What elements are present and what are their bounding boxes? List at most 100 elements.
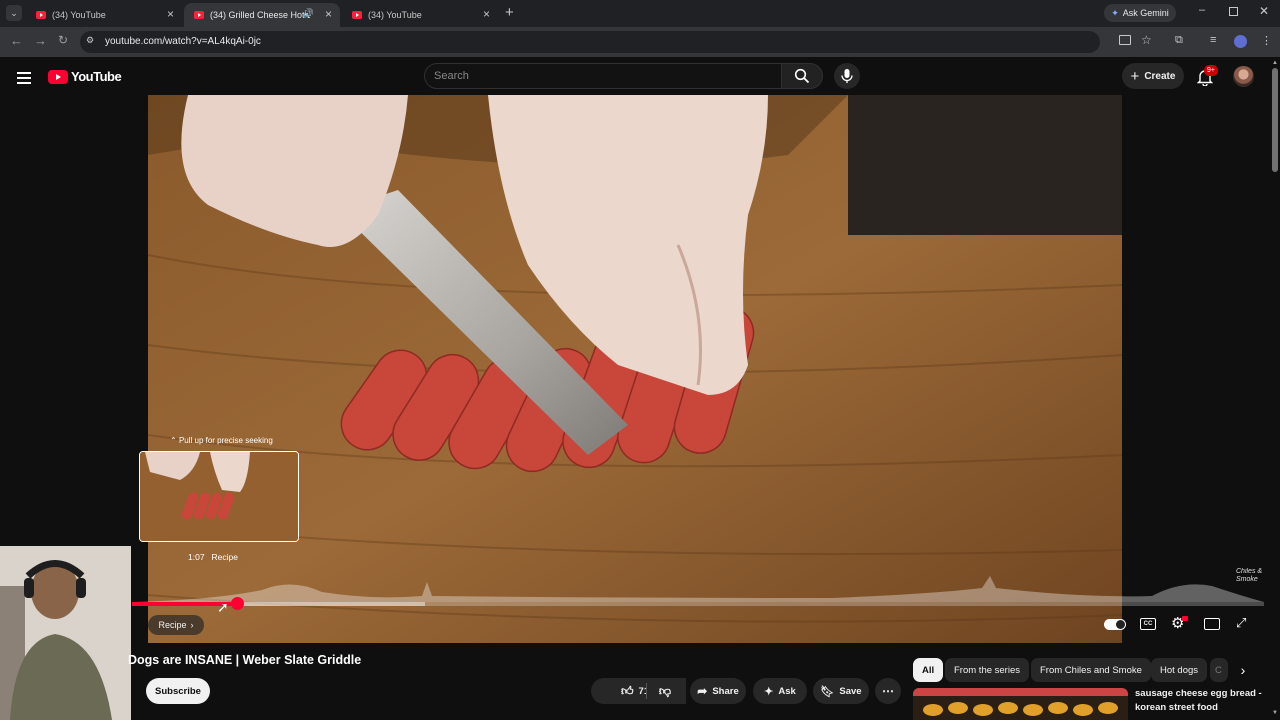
chip-from-chiles-and-smoke[interactable]: From Chiles and Smoke <box>1031 658 1151 682</box>
ask-label: Ask <box>778 685 796 697</box>
tab-title: (34) Grilled Cheese Hot Do <box>210 10 310 20</box>
seek-hint: ⌃ Pull up for precise seeking <box>170 436 273 445</box>
subscribe-button[interactable]: Subscribe <box>146 678 210 704</box>
mouse-cursor-icon: ➚ <box>217 599 229 615</box>
tab-search-icon[interactable]: ⌄ <box>6 5 22 21</box>
seek-preview-label: 1:07 Recipe <box>188 552 238 562</box>
chip-from-the-series[interactable]: From the series <box>945 658 1029 682</box>
microphone-icon <box>841 69 853 83</box>
share-button[interactable]: ➦ Share <box>690 678 746 704</box>
site-info-icon[interactable]: ⚙ <box>86 35 94 46</box>
chip-label: All <box>922 664 935 676</box>
minimize-icon[interactable]: – <box>1199 4 1205 16</box>
youtube-favicon-icon <box>352 11 362 19</box>
browser-tab-2[interactable]: (34) Grilled Cheese Hot Do 🔊 × <box>184 3 340 27</box>
search-input[interactable]: Search <box>424 63 782 89</box>
youtube-favicon-icon <box>194 11 204 19</box>
close-tab-icon[interactable]: × <box>483 7 490 21</box>
thumbs-down-icon: 👎︎ <box>658 683 672 698</box>
youtube-logo-icon <box>48 69 68 84</box>
ask-gemini-label: Ask Gemini <box>1122 8 1169 18</box>
save-label: Save <box>839 685 862 697</box>
install-app-icon[interactable] <box>1119 35 1131 45</box>
save-button[interactable]: 🔖︎ Save <box>813 678 869 704</box>
back-icon[interactable]: ← <box>10 33 23 48</box>
bookmark-icon: 🔖︎ <box>820 685 835 698</box>
channel-watermark[interactable]: Chiles & Smoke <box>1236 568 1264 584</box>
chevron-right-icon: › <box>1240 662 1246 678</box>
preview-time: 1:07 <box>188 552 205 562</box>
recommendation-title-line1[interactable]: sausage cheese egg bread - <box>1135 688 1262 699</box>
autoplay-toggle-icon[interactable] <box>1104 619 1126 630</box>
bookmark-star-icon[interactable]: ☆ <box>1141 33 1152 47</box>
captions-icon[interactable]: CC <box>1140 618 1156 630</box>
browser-tab-strip: ⌄ (34) YouTube × (34) Grilled Cheese Hot… <box>0 0 1280 27</box>
youtube-favicon-icon <box>36 11 46 19</box>
voice-search-button[interactable] <box>834 63 860 89</box>
extensions-icon[interactable]: ⧉ <box>1175 34 1183 47</box>
most-replayed-heatmap <box>132 576 1264 602</box>
close-tab-icon[interactable]: × <box>167 7 174 21</box>
restore-icon[interactable] <box>1229 7 1238 16</box>
chip-label: Hot dogs <box>1160 664 1199 676</box>
media-control-icon[interactable]: ≡ <box>1210 34 1216 46</box>
youtube-logo-text: YouTube <box>71 69 122 84</box>
search-placeholder: Search <box>434 70 469 82</box>
webcam-frame <box>0 546 131 720</box>
ask-gemini-button[interactable]: ✦ Ask Gemini <box>1104 4 1176 22</box>
fullscreen-icon[interactable]: ⤢ <box>1236 615 1246 631</box>
chip-label: From Chiles and Smoke <box>1040 664 1142 676</box>
subscribe-label: Subscribe <box>155 685 201 697</box>
theater-mode-icon[interactable] <box>1204 618 1220 630</box>
close-tab-icon[interactable]: × <box>325 7 332 21</box>
share-label: Share <box>712 685 739 697</box>
video-frame <box>148 95 1122 643</box>
close-window-icon[interactable]: ✕ <box>1259 4 1269 18</box>
video-title: Dogs are INSANE | Weber Slate Griddle <box>128 653 362 667</box>
chip-truncated[interactable]: C <box>1210 658 1228 682</box>
scrollbar-thumb[interactable] <box>1272 68 1278 172</box>
thumbs-up-icon: 👍︎ <box>621 683 634 698</box>
chevron-up-icon: ⌃ <box>170 436 177 445</box>
create-button[interactable]: + Create <box>1122 63 1184 89</box>
chip-hot-dogs[interactable]: Hot dogs <box>1151 658 1208 682</box>
chip-all[interactable]: All <box>913 658 944 682</box>
more-horizontal-icon: ⋯ <box>882 684 894 698</box>
seek-hint-text: Pull up for precise seeking <box>178 436 273 445</box>
chips-next-button[interactable]: › <box>1230 658 1256 682</box>
notifications-button[interactable]: 9+ <box>1194 65 1218 88</box>
preview-frame <box>140 452 298 541</box>
recommendation-title-line2[interactable]: korean street food <box>1135 702 1218 713</box>
url-text[interactable]: youtube.com/watch?v=AL4kqAi-0jc <box>105 36 261 47</box>
search-button[interactable] <box>781 63 823 89</box>
profile-avatar-icon[interactable] <box>1234 35 1247 48</box>
seek-preview-thumbnail <box>139 451 299 542</box>
tab-title: (34) YouTube <box>52 10 106 20</box>
thumbnail-image <box>913 688 1128 720</box>
scroll-up-icon[interactable]: ▲ <box>1272 60 1278 66</box>
sparkle-icon: ✦ <box>764 685 774 698</box>
tab-title: (34) YouTube <box>368 10 422 20</box>
chapter-button[interactable]: Recipe › <box>148 615 204 635</box>
chevron-right-icon: › <box>190 620 194 630</box>
video-player[interactable] <box>148 95 1122 643</box>
scroll-down-icon[interactable]: ▼ <box>1272 710 1278 716</box>
youtube-logo[interactable]: YouTube <box>48 69 122 84</box>
browser-tab-1[interactable]: (34) YouTube × <box>26 3 182 27</box>
dislike-button[interactable]: 👎︎ <box>647 678 683 704</box>
browser-tab-3[interactable]: (34) YouTube × <box>342 3 498 27</box>
forward-icon[interactable]: → <box>34 33 47 48</box>
notification-badge: 9+ <box>1204 65 1218 76</box>
ask-button[interactable]: ✦ Ask <box>753 678 807 704</box>
speaker-icon[interactable]: 🔊 <box>303 8 314 19</box>
progress-bar[interactable] <box>132 597 1264 610</box>
browser-menu-icon[interactable]: ⋮ <box>1261 34 1272 47</box>
menu-hamburger-icon[interactable] <box>17 69 31 87</box>
more-actions-button[interactable]: ⋯ <box>875 678 901 704</box>
create-label: Create <box>1144 70 1176 82</box>
reload-icon[interactable]: ↻ <box>58 33 68 47</box>
chip-label: C <box>1215 664 1222 676</box>
account-avatar[interactable] <box>1233 66 1254 87</box>
new-tab-icon[interactable]: + <box>505 4 514 21</box>
recommendation-thumbnail[interactable] <box>913 688 1128 720</box>
